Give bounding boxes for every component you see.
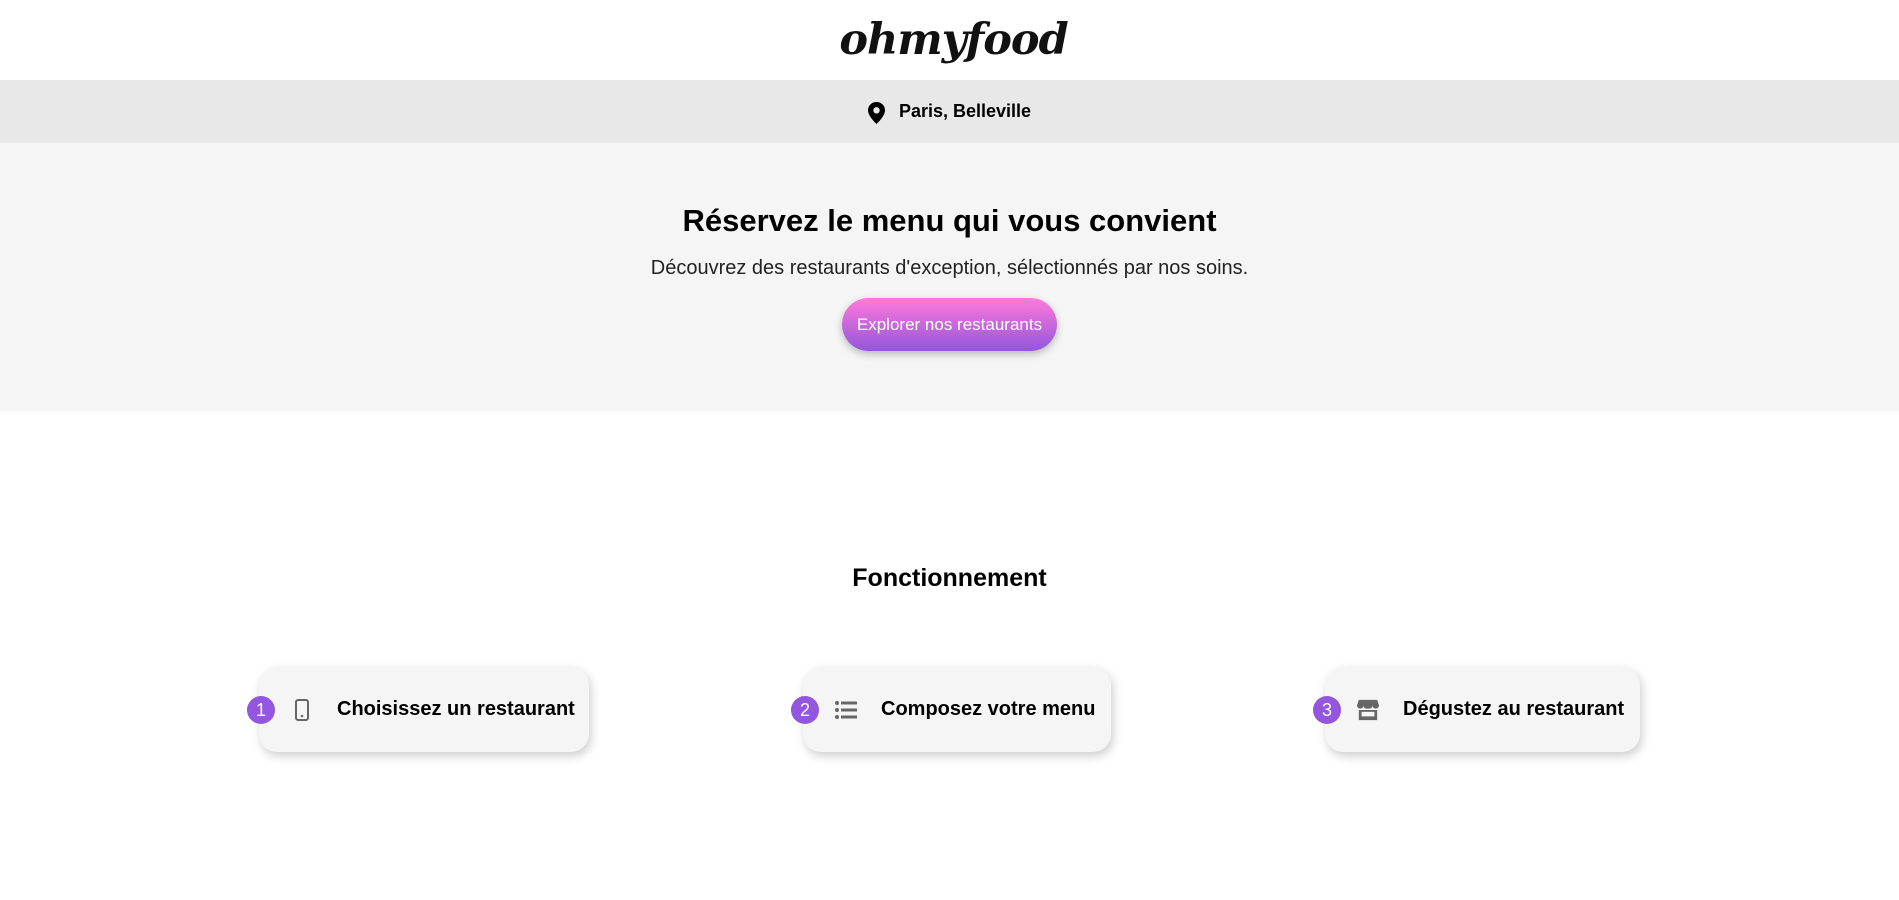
step-label: Composez votre menu [881, 698, 1096, 720]
step-item: 3 Dégustez au restaurant [1313, 667, 1640, 752]
step-number-badge: 3 [1313, 696, 1341, 724]
hero-title: Réservez le menu qui vous convient [682, 203, 1217, 238]
step-card: Composez votre menu [803, 667, 1111, 752]
step-item: 2 Composez votre menu [791, 667, 1111, 752]
step-card: Choisissez un restaurant [259, 667, 589, 752]
location-bar: Paris, Belleville [0, 80, 1899, 143]
hero-subtitle: Découvrez des restaurants d'exception, s… [650, 257, 1249, 279]
smartphone-icon [291, 698, 313, 721]
step-label: Choisissez un restaurant [337, 698, 575, 720]
location-label: Paris, Belleville [898, 101, 1032, 121]
step-label: Dégustez au restaurant [1403, 698, 1625, 720]
site-header: ohmyfood [0, 0, 1899, 80]
how-it-works-section: Fonctionnement 1 Choisissez un restauran… [0, 411, 1899, 900]
section-title: Fonctionnement [852, 564, 1047, 592]
step-number-badge: 2 [791, 696, 819, 724]
logo[interactable]: ohmyfood [839, 15, 1068, 65]
map-pin-icon [867, 101, 885, 124]
step-number-badge: 1 [247, 696, 275, 724]
explore-restaurants-button[interactable]: Explorer nos restaurants [842, 298, 1057, 351]
step-item: 1 Choisissez un restaurant [247, 667, 589, 752]
list-icon [835, 699, 857, 721]
hero-section: Réservez le menu qui vous convient Décou… [0, 143, 1899, 411]
store-icon [1357, 699, 1379, 721]
step-card: Dégustez au restaurant [1325, 667, 1640, 752]
